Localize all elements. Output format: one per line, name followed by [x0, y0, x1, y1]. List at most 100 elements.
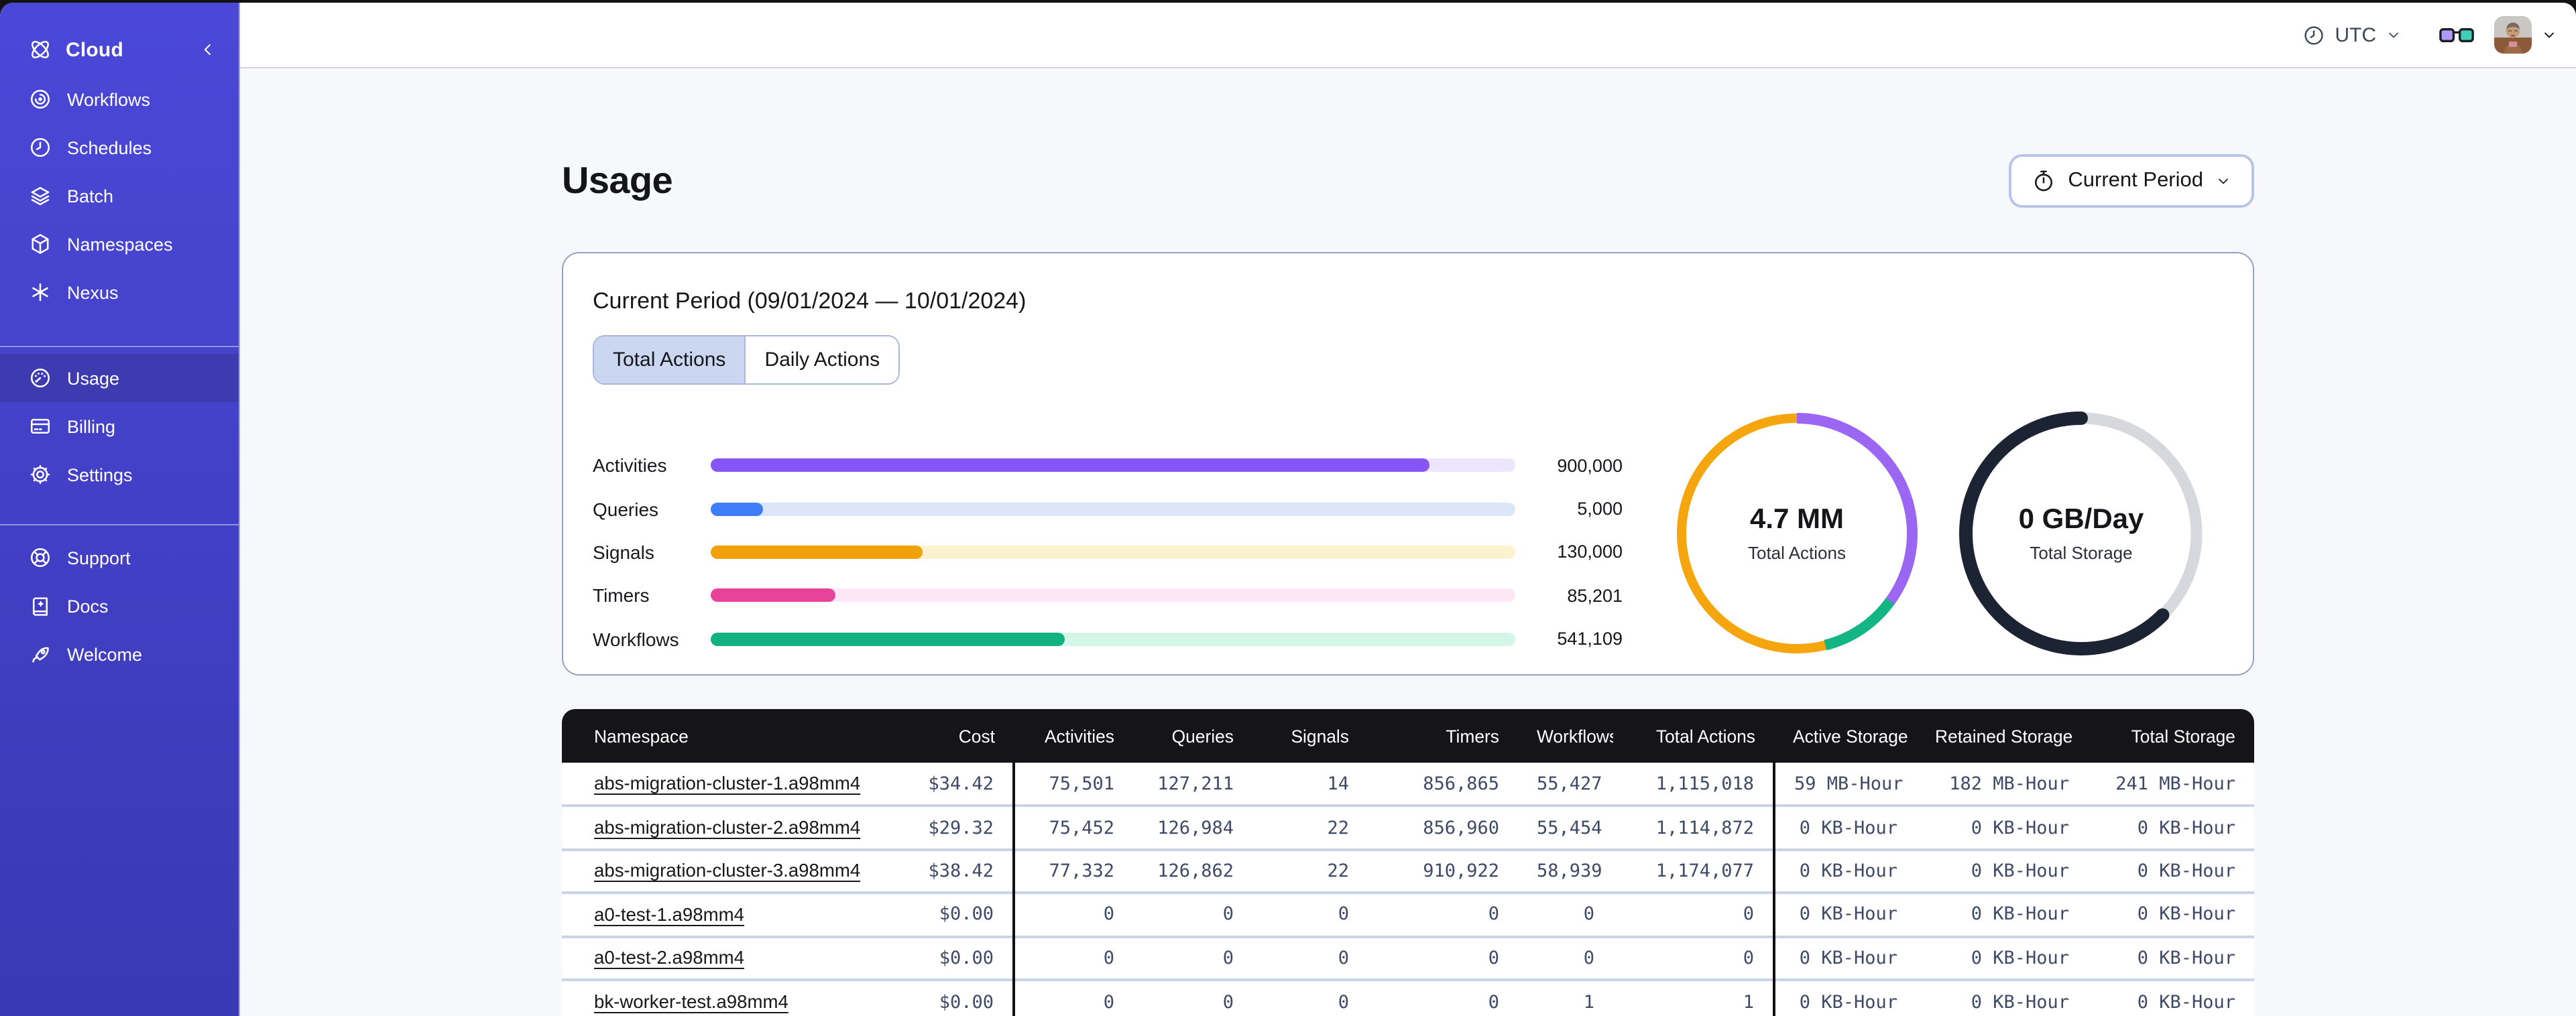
donut-total-storage: 0 GB/Day Total Storage: [1954, 406, 2209, 661]
sidebar-item-label: Workflows: [67, 89, 151, 109]
cell-timers: 0: [1368, 935, 1518, 980]
brand-label: Cloud: [66, 38, 123, 61]
sidebar-item-label: Namespaces: [67, 234, 173, 254]
cell-total-storage: 0 KB-Hour: [2088, 891, 2254, 937]
tab-total-actions[interactable]: Total Actions: [594, 336, 745, 383]
sidebar-item-label: Billing: [67, 416, 116, 436]
namespace-link[interactable]: abs-migration-cluster-2.a98mm4: [594, 818, 860, 838]
cell-timers: 0: [1368, 978, 1518, 1016]
cell-activities: 0: [1012, 891, 1133, 937]
cell-workflows: 0: [1518, 935, 1613, 980]
cell-activities: 0: [1012, 935, 1133, 980]
support-icon: [28, 546, 52, 570]
content: Usage Current Period Current Period (09/…: [240, 68, 2576, 1016]
sidebar-item-batch[interactable]: Batch: [0, 172, 239, 220]
sidebar-item-settings[interactable]: Settings: [0, 450, 239, 499]
page-title: Usage: [562, 160, 673, 201]
donut-center: 4.7 MM Total Actions: [1670, 406, 1924, 661]
avatar[interactable]: [2494, 16, 2532, 54]
chevron-down-icon: [2386, 27, 2402, 43]
bar-track: [711, 588, 1515, 602]
period-selector-button[interactable]: Current Period: [2009, 154, 2254, 208]
cell-total-storage: 0 KB-Hour: [2088, 848, 2254, 893]
docs-icon: [28, 594, 52, 618]
cell-cost: $34.42: [897, 763, 1014, 806]
actions-tabs: Total Actions Daily Actions: [593, 335, 900, 385]
sidebar-item-welcome[interactable]: Welcome: [0, 630, 239, 678]
schedules-icon: [28, 135, 52, 160]
main-area: UTC Usage Current Period Current Period …: [240, 3, 2576, 1016]
sidebar-divider: [0, 346, 239, 347]
namespace-link[interactable]: abs-migration-cluster-3.a98mm4: [594, 861, 860, 881]
cell-timers: 856,865: [1368, 763, 1518, 806]
donut-value: 0 GB/Day: [2018, 504, 2144, 535]
namespace-link[interactable]: abs-migration-cluster-1.a98mm4: [594, 773, 860, 793]
col-header-active-storage: Active Storage: [1774, 709, 1916, 763]
sidebar: Cloud Workflows Schedules Batch Namespaces N…: [0, 3, 240, 1016]
glasses-icon: [2439, 26, 2474, 44]
namespace-link[interactable]: bk-worker-test.a98mm4: [594, 992, 788, 1012]
namespace-link[interactable]: a0-test-2.a98mm4: [594, 948, 744, 968]
donut-total-actions: 4.7 MM Total Actions: [1670, 406, 1924, 661]
table-row: bk-worker-test.a98mm4 $0.00 0 0 0 0 1 1 0 KB-Hou…: [562, 978, 2254, 1016]
page-head: Usage Current Period: [562, 154, 2254, 208]
sidebar-item-label: Schedules: [67, 137, 152, 157]
cell-cost: $38.42: [897, 848, 1014, 893]
table-row: a0-test-2.a98mm4 $0.00 0 0 0 0 0 0 0 KB-Hour 0 KB…: [562, 935, 2254, 980]
cell-activities: 75,452: [1012, 804, 1133, 850]
timezone-selector[interactable]: UTC: [2302, 23, 2402, 46]
cell-active-storage: 0 KB-Hour: [1773, 978, 1916, 1016]
cell-signals: 14: [1252, 763, 1368, 806]
donut-label: Total Storage: [2030, 543, 2133, 563]
bar-row-signals: Signals 130,000: [593, 531, 1623, 574]
table-row: abs-migration-cluster-2.a98mm4 $29.32 75,4…: [562, 804, 2254, 850]
collapse-sidebar-button[interactable]: [194, 36, 221, 63]
cell-retained-storage: 0 KB-Hour: [1916, 848, 2088, 893]
col-header-total-storage: Total Storage: [2088, 709, 2254, 763]
usage-icon: [28, 366, 52, 390]
col-header-signals: Signals: [1252, 709, 1368, 763]
cell-total-actions: 1: [1613, 978, 1774, 1016]
sidebar-item-billing[interactable]: Billing: [0, 402, 239, 450]
col-header-cost: Cost: [897, 709, 1014, 763]
col-header-timers: Timers: [1368, 709, 1518, 763]
cell-workflows: 0: [1518, 891, 1613, 937]
bar-value: 541,109: [1557, 629, 1623, 649]
sidebar-item-docs[interactable]: Docs: [0, 582, 239, 630]
cell-retained-storage: 182 MB-Hour: [1916, 763, 2088, 806]
sidebar-nav-top: Workflows Schedules Batch Namespaces Nexus: [0, 75, 239, 316]
topbar: UTC: [240, 3, 2576, 68]
user-menu-button[interactable]: [2541, 27, 2557, 43]
timezone-label: UTC: [2335, 23, 2376, 46]
sidebar-item-namespaces[interactable]: Namespaces: [0, 220, 239, 268]
cell-queries: 126,984: [1133, 804, 1252, 850]
donut-label: Total Actions: [1748, 543, 1846, 563]
sidebar-item-nexus[interactable]: Nexus: [0, 268, 239, 316]
sidebar-item-label: Docs: [67, 596, 109, 616]
cell-signals: 22: [1252, 804, 1368, 850]
bar-row-queries: Queries 5,000: [593, 487, 1623, 531]
cell-timers: 910,922: [1368, 848, 1518, 893]
cell-queries: 0: [1133, 935, 1252, 980]
bar-fill: [711, 458, 1430, 472]
bar-track: [711, 632, 1515, 646]
sidebar-item-usage[interactable]: Usage: [0, 354, 239, 402]
namespace-link[interactable]: a0-test-1.a98mm4: [594, 905, 744, 925]
bar-fill: [711, 632, 1065, 646]
tab-daily-actions[interactable]: Daily Actions: [744, 336, 899, 383]
sidebar-item-label: Settings: [67, 464, 133, 485]
cell-cost: $0.00: [897, 891, 1014, 937]
sidebar-item-schedules[interactable]: Schedules: [0, 123, 239, 172]
namespace-cell: bk-worker-test.a98mm4: [562, 978, 897, 1016]
sidebar-item-support[interactable]: Support: [0, 533, 239, 582]
bar-track: [711, 545, 1515, 559]
cell-queries: 0: [1133, 891, 1252, 937]
namespace-cell: abs-migration-cluster-2.a98mm4: [562, 804, 897, 850]
clock-icon: [2302, 23, 2325, 46]
cell-activities: 75,501: [1012, 763, 1133, 806]
cell-activities: 0: [1012, 978, 1133, 1016]
feedback-glasses-button[interactable]: [2439, 26, 2474, 44]
sidebar-item-workflows[interactable]: Workflows: [0, 75, 239, 123]
col-header-queries: Queries: [1133, 709, 1252, 763]
bar-label: Queries: [593, 498, 659, 520]
